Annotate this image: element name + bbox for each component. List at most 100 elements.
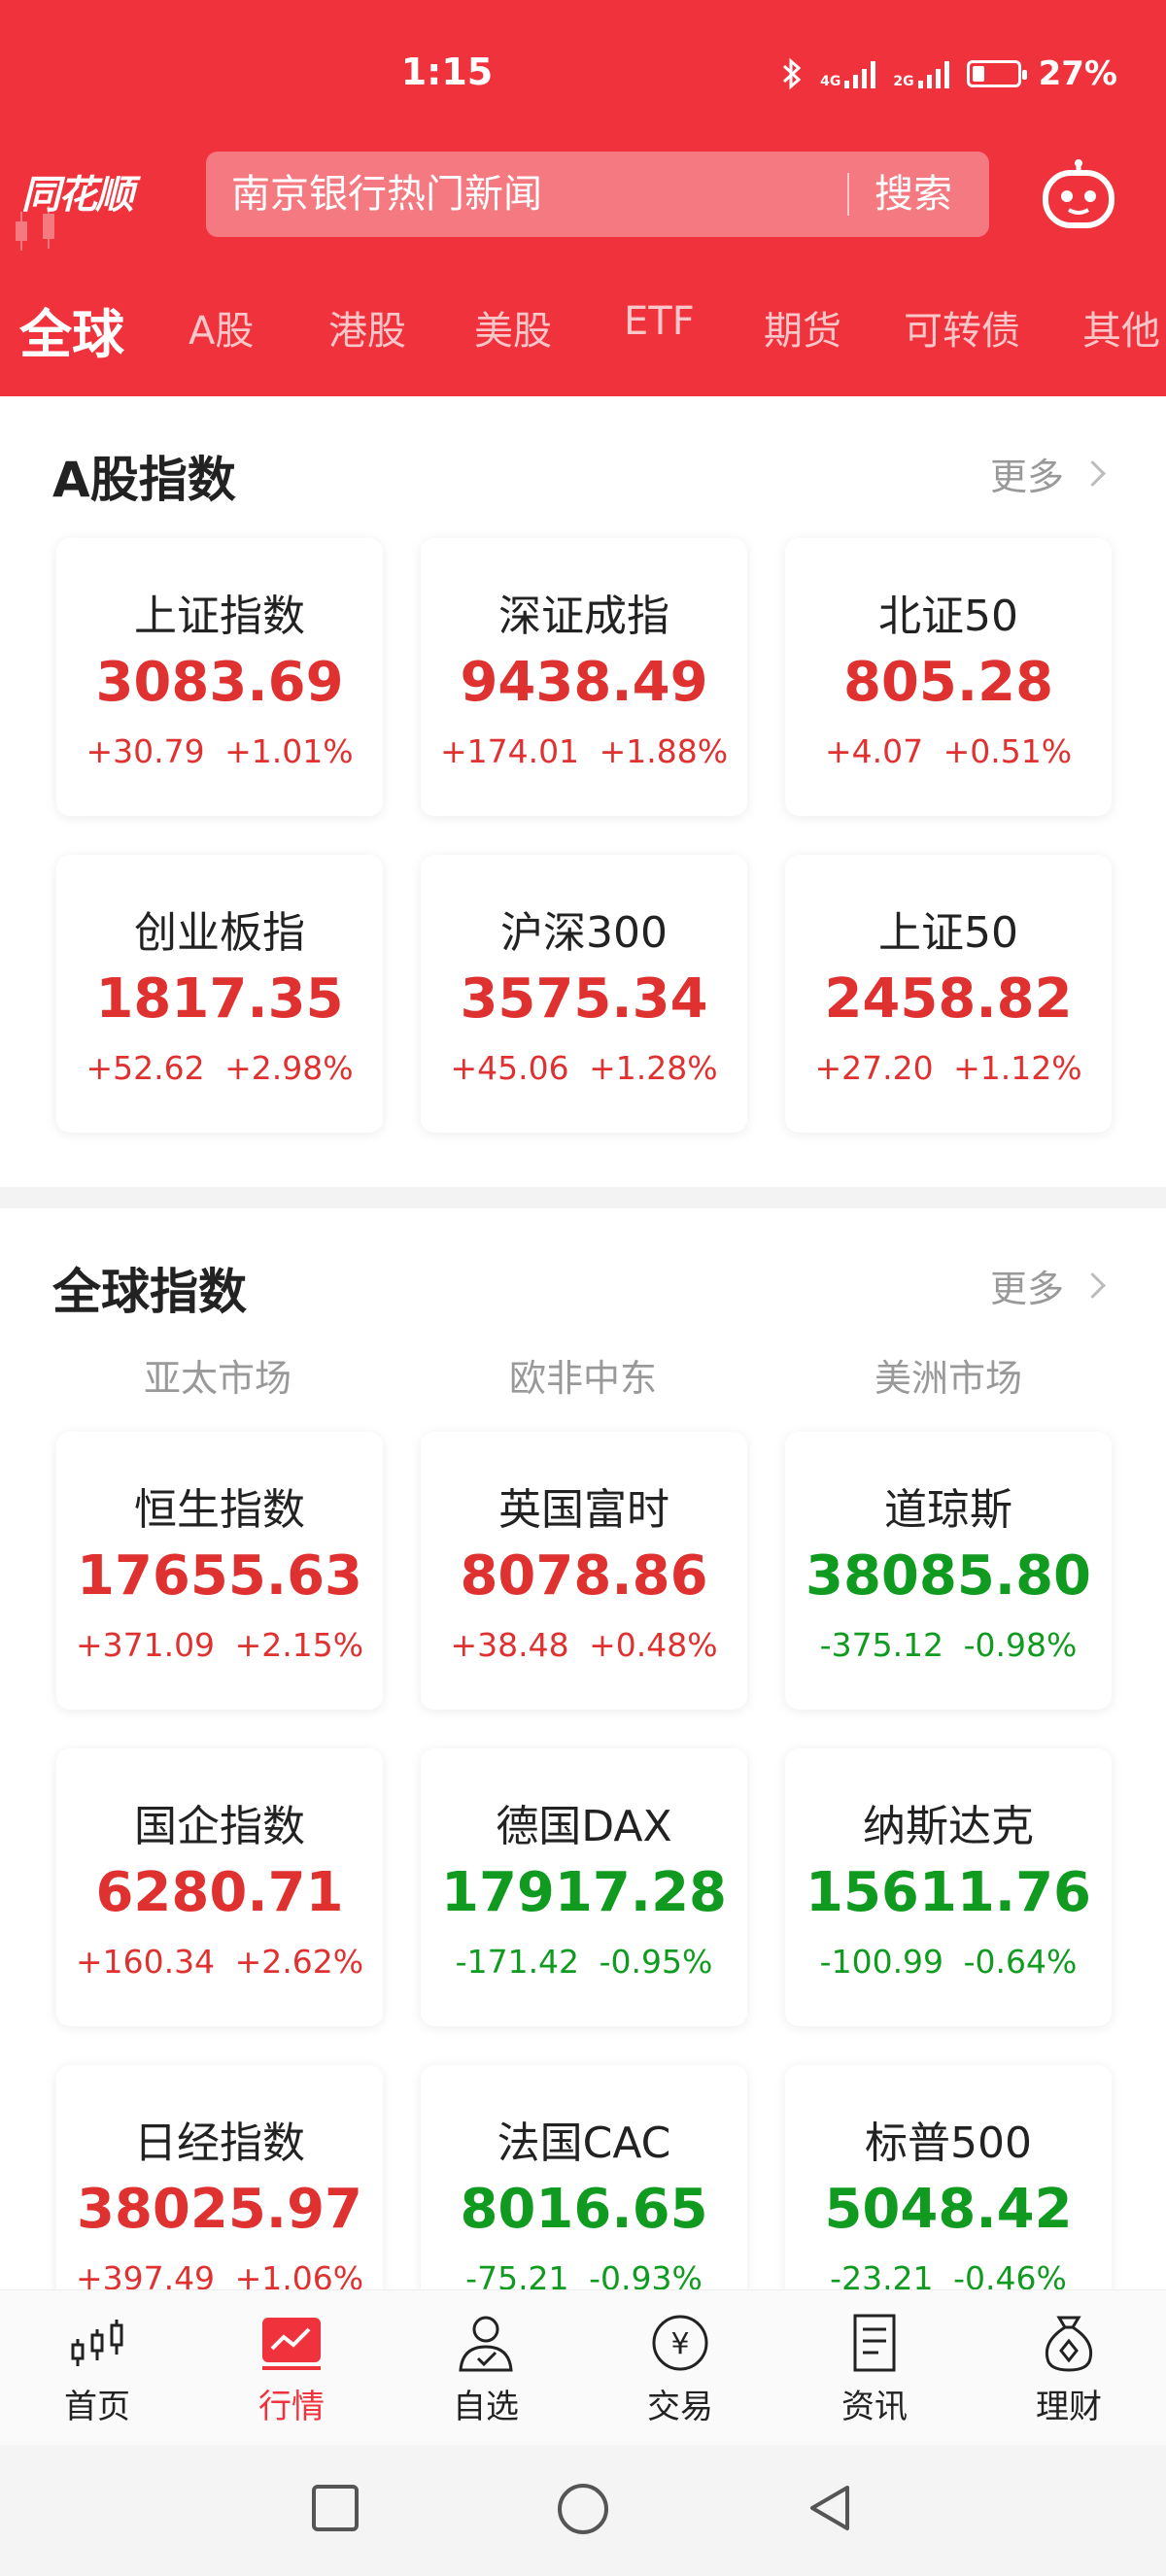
index-name: 标普500 [865,2118,1032,2168]
index-card[interactable]: 道琼斯 38085.80 -375.12 -0.98% [785,1432,1112,1710]
index-change-row: -375.12 -0.98% [785,1626,1112,1664]
status-time: 1:15 [400,51,494,93]
index-change: +160.34 [75,1943,216,1981]
index-value: 1817.35 [95,967,344,1031]
index-name: 深证成指 [498,592,669,641]
yen-coin-icon: ¥ [652,2315,708,2371]
index-value: 6280.71 [95,1861,344,1924]
index-change: +45.06 [450,1049,569,1087]
tab-us-stocks[interactable]: 美股 [474,299,552,356]
logo-candle-decoration [16,206,54,251]
index-value: 9438.49 [460,651,708,714]
back-triangle-icon[interactable] [805,2482,857,2534]
tab-others[interactable]: 其他 [1082,299,1160,356]
search-button[interactable]: 搜索 [874,152,952,237]
index-change-percent: +0.48% [589,1626,718,1664]
index-change-percent: +2.15% [234,1626,364,1664]
index-card[interactable]: 国企指数 6280.71 +160.34 +2.62% [56,1748,383,2026]
index-card[interactable]: 沪深300 3575.34 +45.06 +1.28% [421,855,747,1133]
search-bar[interactable]: 搜索 [206,152,989,237]
index-name: 国企指数 [134,1802,305,1851]
index-name: 创业板指 [134,908,305,958]
index-value: 15611.76 [805,1861,1092,1924]
index-change-row: +4.07 +0.51% [785,732,1112,770]
index-change-percent: +0.51% [943,732,1073,770]
index-change-row: +30.79 +1.01% [56,732,383,770]
index-change-row: -100.99 -0.64% [785,1943,1112,1981]
index-card[interactable]: 英国富时 8078.86 +38.48 +0.48% [421,1432,747,1710]
index-name: 道琼斯 [884,1485,1012,1535]
nav-watchlist[interactable]: 自选 [428,2312,544,2427]
user-check-icon [459,2316,513,2372]
battery-icon [966,60,1027,87]
nav-label: 自选 [453,2388,519,2426]
index-card[interactable]: 深证成指 9438.49 +174.01 +1.88% [421,538,747,816]
bottom-navigation: 首页 行情 自选 ¥ 交易 资讯 理财 [0,2289,1166,2446]
signal-2-icon [917,59,949,88]
region-americas[interactable]: 美洲市场 [783,1348,1114,1402]
index-value: 8078.86 [460,1544,708,1608]
index-change: +27.20 [814,1049,934,1087]
tab-a-shares[interactable]: A股 [189,299,254,356]
recent-apps-icon[interactable] [309,2482,361,2534]
index-name: 德国DAX [496,1802,672,1851]
a-share-section-title: A股指数 [52,452,236,508]
index-change: +174.01 [439,732,580,770]
more-label: 更多 [989,456,1064,498]
index-change: +52.62 [86,1049,205,1087]
index-card[interactable]: 创业板指 1817.35 +52.62 +2.98% [56,855,383,1133]
index-value: 3575.34 [460,967,708,1031]
region-asia-pacific[interactable]: 亚太市场 [52,1348,383,1402]
home-circle-icon[interactable] [556,2482,610,2536]
index-card[interactable]: 上证指数 3083.69 +30.79 +1.01% [56,538,383,816]
index-change-row: +27.20 +1.12% [785,1049,1112,1087]
index-change-row: +38.48 +0.48% [421,1626,747,1664]
app-header: 1:15 4G 2G 27% 同花顺 搜索 全球 A股 港股 美股 ETF [0,0,1166,396]
index-change-percent: -0.95% [599,1943,713,1981]
a-share-more-link[interactable]: 更多 [989,447,1106,500]
nav-news[interactable]: 资讯 [816,2312,933,2427]
nav-market[interactable]: 行情 [233,2312,350,2427]
index-card[interactable]: 北证50 805.28 +4.07 +0.51% [785,538,1112,816]
index-value: 38025.97 [76,2178,363,2241]
tab-hk-stocks[interactable]: 港股 [328,299,406,356]
nav-home[interactable]: 首页 [39,2312,155,2427]
index-change: -100.99 [819,1943,944,1981]
index-name: 恒生指数 [134,1485,305,1535]
tab-futures[interactable]: 期货 [764,299,841,356]
tab-etf[interactable]: ETF [624,299,695,344]
money-bag-icon [1045,2316,1093,2372]
index-value: 17655.63 [76,1544,363,1608]
index-card[interactable]: 上证50 2458.82 +27.20 +1.12% [785,855,1112,1133]
index-change-row: -171.42 -0.95% [421,1943,747,1981]
index-card[interactable]: 德国DAX 17917.28 -171.42 -0.95% [421,1748,747,2026]
index-change-percent: +1.88% [599,732,729,770]
robot-assistant-icon[interactable] [1040,157,1117,235]
index-change-percent: +1.12% [953,1049,1082,1087]
status-icons: 4G 2G 27% [781,54,1117,93]
document-icon [853,2314,896,2372]
index-value: 8016.65 [460,2178,708,2241]
tab-global[interactable]: 全球 [19,291,124,368]
search-input[interactable] [231,152,834,237]
index-value: 2458.82 [824,967,1073,1031]
nav-label: 资讯 [841,2388,908,2426]
index-value: 17917.28 [440,1861,728,1924]
index-card[interactable]: 纳斯达克 15611.76 -100.99 -0.64% [785,1748,1112,2026]
nav-wealth[interactable]: 理财 [1011,2312,1127,2427]
index-name: 英国富时 [498,1485,669,1535]
index-value: 3083.69 [95,651,344,714]
index-change-row: +160.34 +2.62% [56,1943,383,1981]
region-emea[interactable]: 欧非中东 [418,1348,748,1402]
chart-icon [262,2318,321,2370]
section-divider [0,1187,1166,1208]
index-change: +38.48 [450,1626,569,1664]
index-name: 沪深300 [500,908,668,958]
tab-convertible-bonds[interactable]: 可转债 [904,299,1020,356]
index-name: 上证指数 [134,592,305,641]
nav-trade[interactable]: ¥ 交易 [622,2312,738,2427]
index-card[interactable]: 恒生指数 17655.63 +371.09 +2.15% [56,1432,383,1710]
chevron-right-icon [1080,460,1106,487]
network-type-1: 4G [820,74,841,89]
global-more-link[interactable]: 更多 [990,1259,1106,1312]
